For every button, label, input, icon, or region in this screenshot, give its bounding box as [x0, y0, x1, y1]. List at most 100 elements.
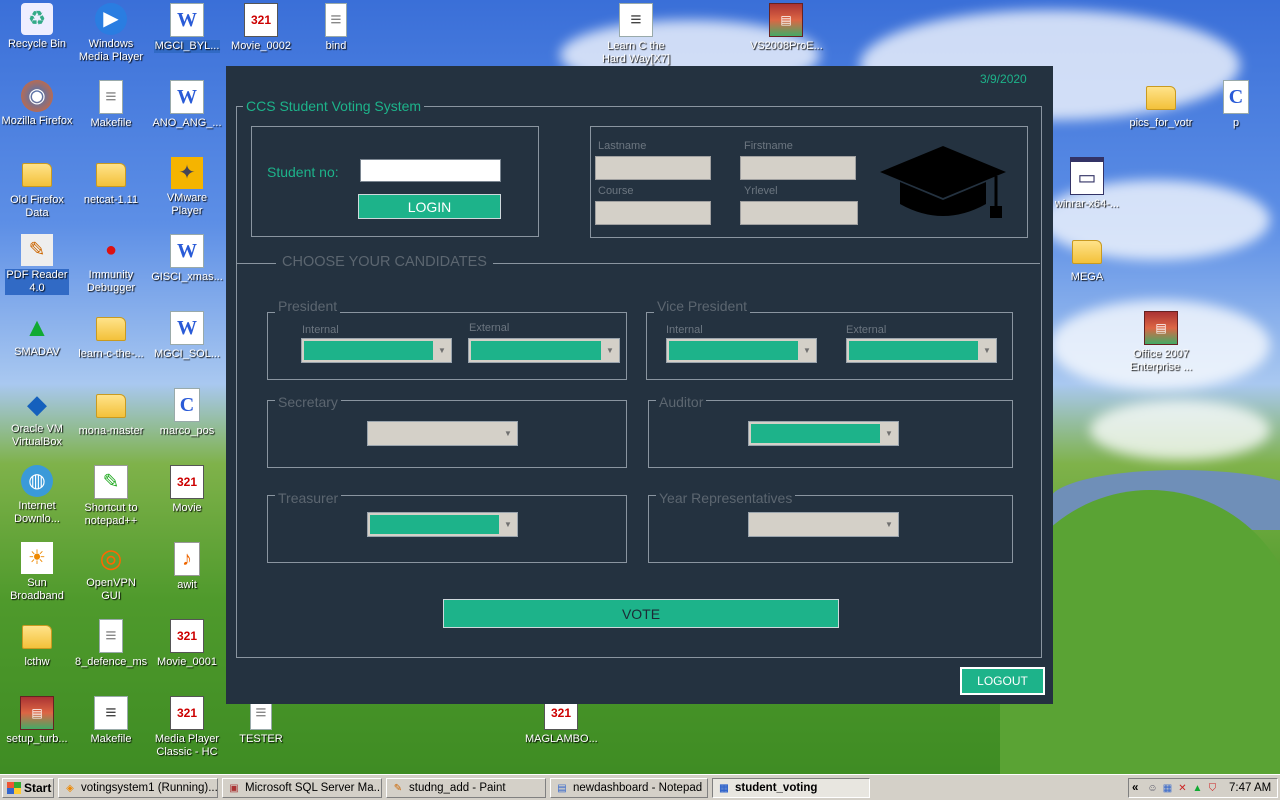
desktop-icon-learn-c[interactable]: ≡ Learn C the Hard Way[X7] — [599, 3, 673, 66]
task-votingsystem1[interactable]: ◈ votingsystem1 (Running)... — [58, 778, 218, 798]
desktop-icon-recycle-bin[interactable]: ♻ Recycle Bin — [0, 3, 74, 51]
task-sql-server[interactable]: ▣ Microsoft SQL Server Ma... — [222, 778, 382, 798]
openvpn-icon: ◎ — [99, 542, 123, 573]
desktop-icon-vs2008[interactable]: ▤ VS2008ProE... — [749, 3, 823, 53]
pdf-reader-icon: ✎ — [21, 234, 53, 266]
vmware-icon: ✦ — [171, 157, 203, 189]
movie-clip-icon: 321 — [170, 619, 204, 653]
network-icon[interactable]: ▦ — [1161, 782, 1174, 795]
secretary-label: Secretary — [275, 394, 341, 410]
desktop-icon-smadav[interactable]: ▲ SMADAV — [0, 311, 74, 359]
sun-broadband-icon: ☀ — [21, 542, 53, 574]
network-disconnected-icon[interactable]: ✕ — [1176, 782, 1189, 795]
desktop-icon-lcthw[interactable]: lcthw — [0, 619, 74, 669]
desktop-icon-movie[interactable]: 321 Movie — [150, 465, 224, 515]
student-no-label: Student no: — [267, 164, 339, 180]
desktop-icon-pics-for-votr[interactable]: pics_for_votr — [1124, 80, 1198, 130]
smadav-icon: ▲ — [24, 311, 50, 342]
desktop-icon-movie-0001[interactable]: 321 Movie_0001 — [150, 619, 224, 669]
notepadpp-icon: ✎ — [94, 465, 128, 499]
folder-icon — [22, 163, 52, 187]
desktop-icon-vmware[interactable]: ✦ VMware Player — [150, 157, 224, 218]
users-icon[interactable]: ☺ — [1146, 782, 1159, 795]
desktop-icon-immunity[interactable]: ● Immunity Debugger — [74, 234, 148, 295]
start-button[interactable]: Start — [2, 778, 54, 798]
word-doc-icon: W — [170, 3, 204, 37]
president-external-select[interactable]: ▼ — [468, 338, 620, 363]
folder-icon — [96, 394, 126, 418]
voting-app-window: 3/9/2020 CCS Student Voting System Stude… — [226, 66, 1053, 704]
chevron-down-icon: ▼ — [500, 514, 516, 535]
chevron-down-icon: ▼ — [799, 340, 815, 361]
desktop-icon-mgci-sol[interactable]: W MGCI_SOL... — [150, 311, 224, 361]
text-file-icon: ≡ — [99, 80, 123, 114]
student-no-input[interactable] — [360, 159, 501, 182]
treasurer-select[interactable]: ▼ — [367, 512, 518, 537]
movie-clip-icon: 321 — [244, 3, 278, 37]
desktop-icon-pdf-reader[interactable]: ✎ PDF Reader 4.0 — [0, 234, 74, 295]
desktop-icon-awit[interactable]: ♪ awit — [150, 542, 224, 592]
vp-internal-select[interactable]: ▼ — [666, 338, 817, 363]
vice-president-label: Vice President — [654, 298, 751, 314]
tray-expand-button[interactable]: « — [1132, 782, 1144, 794]
desktop-icon-virtualbox[interactable]: ◆ Oracle VM VirtualBox — [0, 388, 74, 449]
login-button[interactable]: LOGIN — [358, 194, 501, 219]
debugger-icon: ● — [104, 238, 118, 261]
desktop-icon-makefile-2[interactable]: ≡ Makefile — [74, 696, 148, 746]
desktop-icon-mgci-byl[interactable]: W MGCI_BYL... — [150, 3, 224, 53]
folder-icon — [96, 317, 126, 341]
desktop-icon-gisci-xmas[interactable]: W GISCI_xmas... — [150, 234, 224, 284]
desktop-icon-old-firefox-data[interactable]: Old Firefox Data — [0, 157, 74, 220]
audio-file-icon: ♪ — [174, 542, 200, 576]
word-doc-icon: W — [170, 311, 204, 345]
movie-clip-icon: 321 — [170, 465, 204, 499]
system-tray: « ☺ ▦ ✕ ▲ ⛉ 7:47 AM — [1128, 778, 1278, 798]
desktop-icon-marco-pos[interactable]: C marco_pos — [150, 388, 224, 438]
desktop-icon-notepadpp[interactable]: ✎ Shortcut to notepad++ — [74, 465, 148, 528]
vote-button[interactable]: VOTE — [443, 599, 839, 628]
smadav-tray-icon[interactable]: ▲ — [1191, 782, 1204, 795]
word-doc-icon: W — [170, 80, 204, 114]
desktop-icon-bind[interactable]: ≡ bind — [299, 3, 373, 53]
desktop-icon-ano-ang[interactable]: W ANO_ANG_... — [150, 80, 224, 130]
desktop-icon-mpc-hc[interactable]: 321 Media Player Classic - HC — [150, 696, 224, 759]
logout-button[interactable]: LOGOUT — [960, 667, 1045, 695]
document-icon: ≡ — [619, 3, 653, 37]
desktop-icon-firefox[interactable]: ◉ Mozilla Firefox — [0, 80, 74, 128]
desktop-icon-internet-download[interactable]: ◍ Internet Downlo... — [0, 465, 74, 526]
desktop-icon-media-player[interactable]: ▶ Windows Media Player — [74, 3, 148, 64]
desktop-icon-movie-0002[interactable]: 321 Movie_0002 — [224, 3, 298, 53]
folder-icon — [22, 625, 52, 649]
vp-external-select[interactable]: ▼ — [846, 338, 997, 363]
clock: 7:47 AM — [1229, 782, 1272, 794]
year-rep-select[interactable]: ▼ — [748, 512, 899, 537]
desktop-icon-sun-broadband[interactable]: ☀ Sun Broadband — [0, 542, 74, 603]
chevron-down-icon: ▼ — [979, 340, 995, 361]
lastname-label: Lastname — [598, 140, 647, 152]
auditor-select[interactable]: ▼ — [748, 421, 899, 446]
desktop-icon-mona-master[interactable]: mona-master — [74, 388, 148, 438]
desktop-icon-makefile[interactable]: ≡ Makefile — [74, 80, 148, 130]
desktop-icon-office-2007[interactable]: ▤ Office 2007 Enterprise ... — [1124, 311, 1198, 374]
president-external-label: External — [469, 322, 510, 334]
task-notepad[interactable]: ▤ newdashboard - Notepad — [550, 778, 708, 798]
shield-icon[interactable]: ⛉ — [1206, 782, 1219, 795]
task-paint[interactable]: ✎ studng_add - Paint — [386, 778, 546, 798]
document-icon: ≡ — [94, 696, 128, 730]
president-internal-select[interactable]: ▼ — [301, 338, 452, 363]
app-window-icon: ▦ — [719, 782, 729, 794]
desktop-icon-openvpn[interactable]: ◎ OpenVPN GUI — [74, 542, 148, 603]
secretary-select[interactable]: ▼ — [367, 421, 518, 446]
desktop-icon-winrar-x64[interactable]: ▭ winrar-x64-... — [1050, 157, 1124, 211]
desktop-icon-netcat[interactable]: netcat-1.11 — [74, 157, 148, 207]
folder-icon — [96, 163, 126, 187]
task-student-voting[interactable]: ▦ student_voting — [712, 778, 870, 798]
desktop-icon-mega[interactable]: MEGA — [1050, 234, 1124, 284]
yrlevel-label: Yrlevel — [744, 185, 778, 197]
desktop-icon-8-defence[interactable]: ≡ 8_defence_ms — [74, 619, 148, 669]
desktop-icon-p[interactable]: C p — [1199, 80, 1273, 130]
desktop-icon-setup-turb[interactable]: ▤ setup_turb... — [0, 696, 74, 746]
notepad-icon: ▤ — [557, 782, 567, 794]
desktop-icon-learn-c-folder[interactable]: learn-c-the-... — [74, 311, 148, 361]
internet-download-icon: ◍ — [21, 465, 53, 497]
